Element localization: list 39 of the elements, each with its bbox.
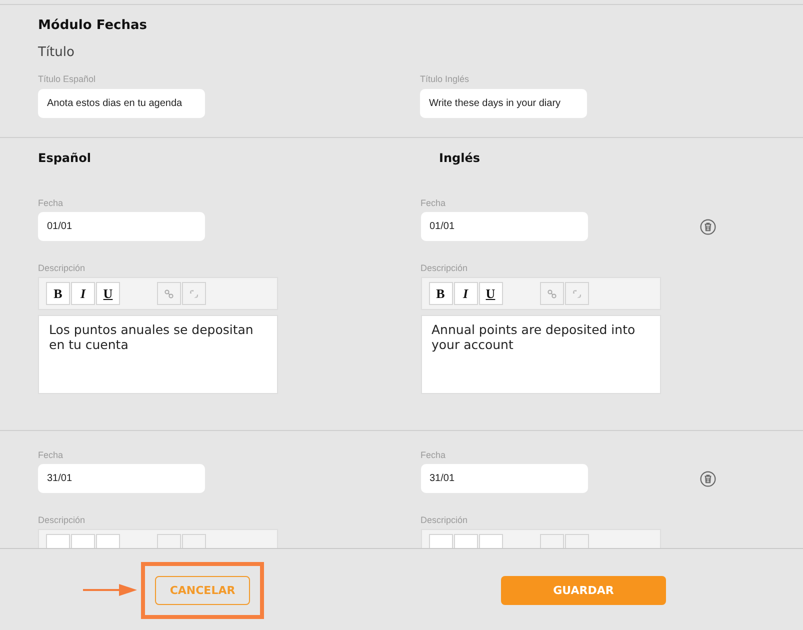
date-field[interactable]: 31/01 <box>38 464 205 493</box>
link-icon <box>164 288 174 298</box>
field-label: Título Inglés <box>420 74 470 85</box>
unlink-icon <box>572 288 582 298</box>
field-label: Descripción <box>420 263 468 274</box>
date-field[interactable]: 01/01 <box>38 212 205 241</box>
input-field[interactable]: Anota estos dias en tu agenda <box>38 89 205 118</box>
description-field[interactable]: Los puntos anuales se depositan en tu cuenta <box>38 315 278 394</box>
date-field[interactable]: 01/01 <box>420 212 588 241</box>
format-button[interactable]: B <box>46 282 70 305</box>
link-button[interactable] <box>540 282 564 305</box>
field-label: Descripción <box>38 515 86 526</box>
section-title: Título <box>38 45 76 62</box>
field-label: Descripción <box>420 515 468 526</box>
field-label: Fecha <box>420 450 446 461</box>
format-button[interactable]: U <box>478 282 502 305</box>
format-button[interactable]: I <box>454 282 478 305</box>
field-label: Título Español <box>38 74 96 85</box>
unlink-button[interactable] <box>182 282 206 305</box>
field-label: Fecha <box>38 198 64 209</box>
input-field[interactable]: Write these days in your diary <box>420 89 587 118</box>
format-button[interactable]: I <box>71 282 95 305</box>
description-field[interactable]: Annual points are deposited into your account <box>420 315 660 394</box>
delete-icon[interactable] <box>700 218 716 234</box>
unlink-button[interactable] <box>564 282 588 305</box>
column-heading: Inglés <box>439 151 480 167</box>
format-button[interactable]: U <box>96 282 120 305</box>
field-label: Fecha <box>420 198 446 209</box>
column-heading: Español <box>38 151 92 167</box>
link-icon <box>546 288 556 298</box>
field-label: Descripción <box>38 263 86 274</box>
format-button[interactable]: B <box>428 282 452 305</box>
module-title: Módulo Fechas <box>38 18 148 35</box>
delete-icon[interactable] <box>700 470 716 486</box>
arrow-icon <box>83 583 137 597</box>
unlink-icon <box>189 288 199 298</box>
link-button[interactable] <box>157 282 181 305</box>
date-field[interactable]: 31/01 <box>420 464 588 493</box>
field-label: Fecha <box>38 450 64 461</box>
